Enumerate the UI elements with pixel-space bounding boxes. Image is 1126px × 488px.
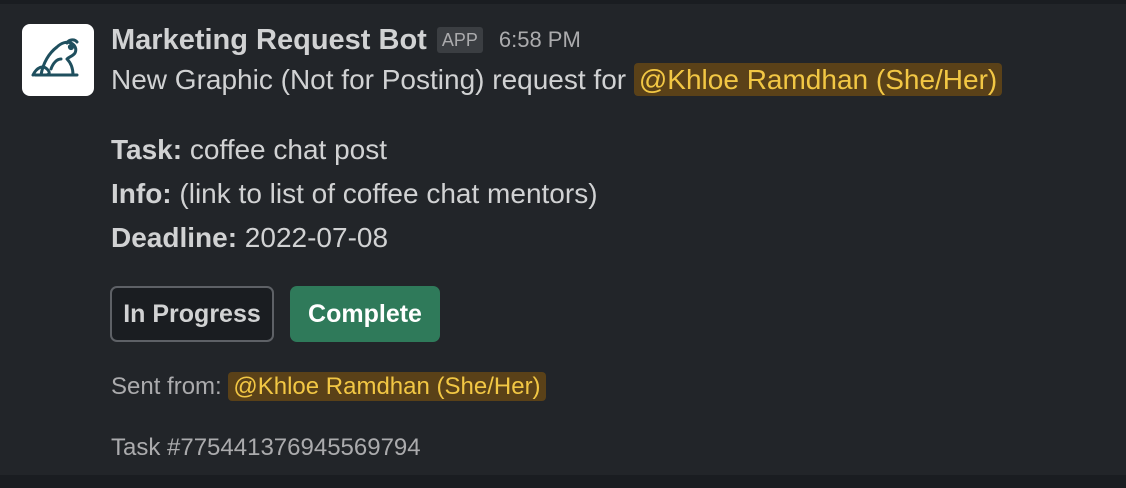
sent-from-label: Sent from:	[111, 373, 229, 400]
complete-button[interactable]: Complete	[290, 286, 440, 342]
deadline-label: Deadline:	[111, 222, 238, 253]
user-mention[interactable]: @Khloe Ramdhan (She/Her)	[633, 63, 1003, 96]
task-label: Task:	[111, 134, 183, 165]
task-line: Task: coffee chat post	[111, 131, 387, 169]
info-line: Info: (link to list of coffee chat mento…	[111, 175, 598, 213]
bottom-divider	[0, 475, 1126, 488]
frog-logo-icon	[31, 38, 79, 77]
info-label: Info:	[111, 178, 172, 209]
info-value: (link to list of coffee chat mentors)	[171, 178, 598, 209]
task-value: coffee chat post	[182, 134, 388, 165]
message-timestamp[interactable]: 6:58 PM	[499, 27, 581, 53]
in-progress-button[interactable]: In Progress	[110, 286, 274, 342]
sender-name[interactable]: Marketing Request Bot	[111, 24, 427, 57]
task-id: Task #775441376945569794	[111, 434, 421, 461]
bot-avatar[interactable]	[22, 24, 94, 96]
intro-text: New Graphic (Not for Posting) request fo…	[111, 64, 634, 95]
intro-line: New Graphic (Not for Posting) request fo…	[111, 61, 1003, 99]
bot-message: Marketing Request Bot APP 6:58 PM New Gr…	[0, 0, 1126, 475]
app-badge: APP	[436, 27, 483, 53]
message-header: Marketing Request Bot APP 6:58 PM	[111, 22, 581, 58]
sent-from-mention[interactable]: @Khloe Ramdhan (She/Her)	[228, 372, 546, 401]
sent-from-line: Sent from: @Khloe Ramdhan (She/Her)	[111, 368, 546, 406]
deadline-line: Deadline: 2022-07-08	[111, 219, 388, 257]
deadline-value: 2022-07-08	[237, 222, 389, 253]
